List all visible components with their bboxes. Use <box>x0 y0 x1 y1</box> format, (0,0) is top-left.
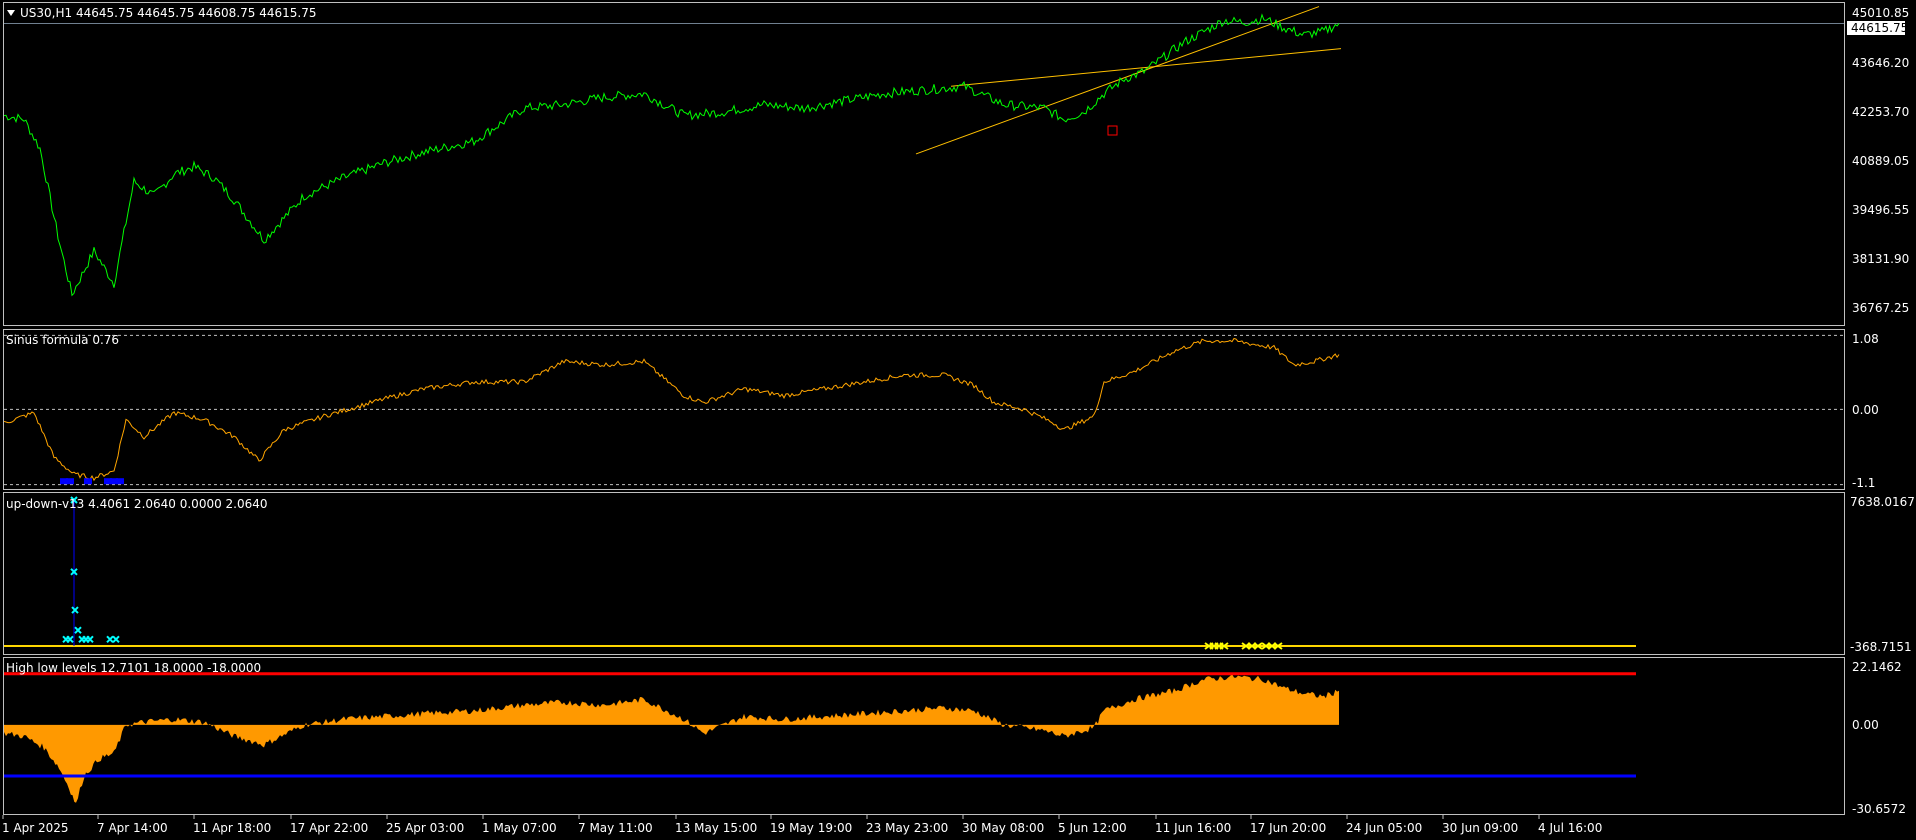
price-tick: 42253.70 <box>1852 105 1909 119</box>
time-tick-label: 4 Jul 16:00 <box>1538 821 1602 835</box>
price-tick: 39496.55 <box>1852 203 1909 217</box>
price-tick: 40889.05 <box>1852 154 1909 168</box>
time-tick-label: 25 Apr 03:00 <box>386 821 464 835</box>
sinus-label: Sinus formula 0.76 <box>6 333 119 347</box>
time-tick-label: 1 May 07:00 <box>482 821 557 835</box>
time-tick-label: 7 Apr 14:00 <box>97 821 168 835</box>
highlow-tick: 22.1462 <box>1852 660 1902 674</box>
sinus-tick: 1.08 <box>1852 332 1879 346</box>
time-tick-label: 30 May 08:00 <box>962 821 1044 835</box>
time-tick-label: 30 Jun 09:00 <box>1442 821 1518 835</box>
time-tick-label: 1 Apr 2025 <box>2 821 69 835</box>
sinus-tick: 0.00 <box>1852 403 1879 417</box>
updown-tick: -368.7151 <box>1850 640 1912 654</box>
trading-chart[interactable]: US30,H1 44645.75 44645.75 44608.75 44615… <box>0 0 1916 840</box>
updown-label: up-down-v13 4.4061 2.0640 0.0000 2.0640 <box>6 497 268 511</box>
sinus-blue-marker <box>84 478 92 485</box>
time-tick-label: 23 May 23:00 <box>866 821 948 835</box>
time-tick-label: 11 Apr 18:00 <box>193 821 271 835</box>
price-tick: 36767.25 <box>1852 301 1909 315</box>
symbol-label: US30,H1 <box>20 6 72 20</box>
time-tick-label: 17 Jun 20:00 <box>1250 821 1326 835</box>
price-tick: 45010.85 <box>1852 6 1909 20</box>
time-tick-label: 5 Jun 12:00 <box>1058 821 1127 835</box>
time-tick-label: 11 Jun 16:00 <box>1155 821 1231 835</box>
price-tick: 43646.20 <box>1852 56 1909 70</box>
price-tick: 38131.90 <box>1852 252 1909 266</box>
sinus-tick: -1.1 <box>1852 476 1875 490</box>
time-tick-label: 7 May 11:00 <box>578 821 653 835</box>
chart-header: US30,H1 44645.75 44645.75 44608.75 44615… <box>7 6 316 20</box>
sinus-blue-marker <box>116 478 124 485</box>
sinus-blue-marker <box>66 478 74 485</box>
highlow-label: High low levels 12.7101 18.0000 -18.0000 <box>6 661 261 675</box>
time-tick-label: 24 Jun 05:00 <box>1346 821 1422 835</box>
time-tick-label: 17 Apr 22:00 <box>290 821 368 835</box>
time-tick-label: 13 May 15:00 <box>675 821 757 835</box>
highlow-tick: 0.00 <box>1852 718 1879 732</box>
ohlc-values: 44645.75 44645.75 44608.75 44615.75 <box>76 6 316 20</box>
updown-tick: 7638.0167 <box>1850 495 1915 509</box>
current-price-label: 44615.75 <box>1851 21 1908 35</box>
time-tick-label: 19 May 19:00 <box>770 821 852 835</box>
highlow-tick: -30.6572 <box>1852 802 1906 816</box>
